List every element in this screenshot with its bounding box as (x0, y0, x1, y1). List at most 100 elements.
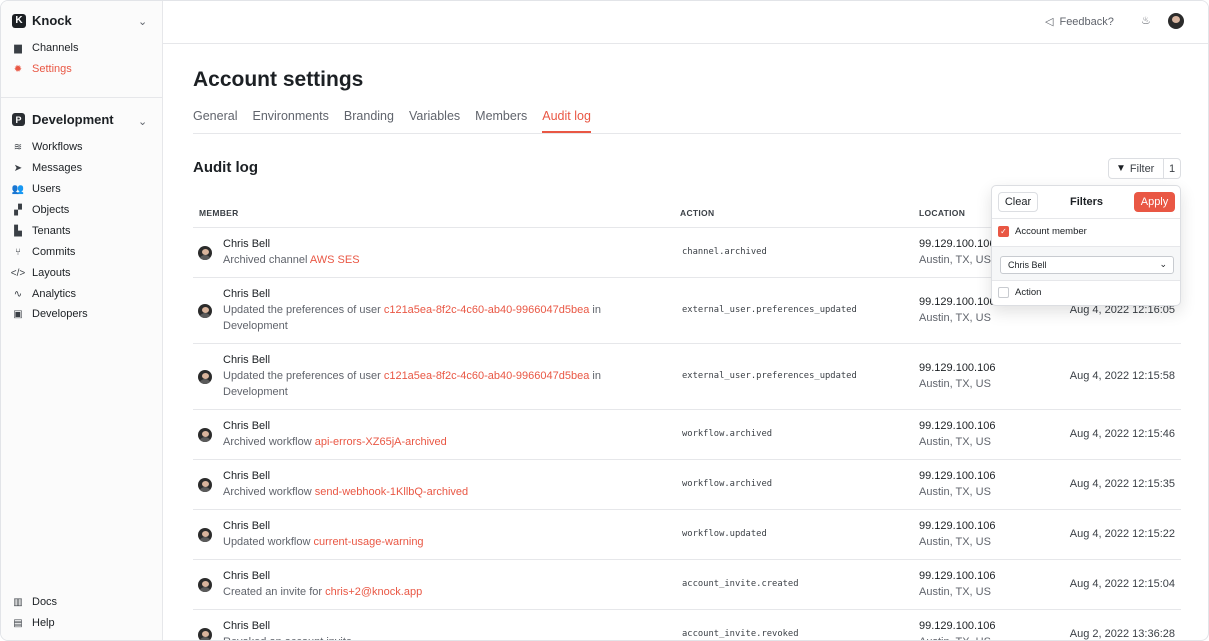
page-title: Account settings (193, 68, 364, 91)
member-name: Chris Bell (223, 354, 271, 366)
tab-general[interactable]: General (193, 109, 237, 133)
sidebar-item-label: Tenants (32, 225, 71, 237)
tab-members[interactable]: Members (475, 109, 527, 133)
sidebar-item-users[interactable]: 👥 Users (11, 181, 61, 197)
action-cell: workflow.archived (682, 429, 773, 439)
user-avatar[interactable] (1168, 13, 1184, 29)
location-cell: 99.129.100.106 Austin, TX, US (919, 418, 995, 450)
event-text: Revoked an account invite (223, 636, 352, 640)
member-select[interactable]: Chris Bell ⌄ (1000, 256, 1174, 274)
member-name: Chris Bell (223, 420, 271, 432)
filter-button[interactable]: ▼ Filter 1 (1108, 158, 1181, 179)
filter-label: Filter (1129, 162, 1155, 175)
event-link[interactable]: AWS SES (310, 254, 360, 266)
popover-title: Filters (1070, 196, 1104, 208)
timestamp-cell: Aug 4, 2022 12:15:04 (1069, 578, 1175, 590)
event-description: Created an invite for chris+2@knock.app (223, 584, 663, 600)
users-icon: 👥 (11, 183, 25, 195)
table-row[interactable]: Chris Bell Archived workflow send-webhook… (193, 460, 1181, 510)
checkbox-checked-icon[interactable]: ✓ (998, 226, 1009, 237)
sidebar-item-layouts[interactable]: </> Layouts (11, 265, 71, 281)
member-cell: Chris Bell Revoked an account invite (223, 618, 663, 640)
chevron-down-icon[interactable]: ⌄ (138, 115, 147, 128)
event-text: Archived workflow (223, 486, 315, 498)
filter-option-label: Action (1015, 287, 1042, 298)
member-name: Chris Bell (223, 288, 271, 300)
table-row[interactable]: Chris Bell Updated the preferences of use… (193, 344, 1181, 410)
event-link[interactable]: chris+2@knock.app (325, 586, 422, 598)
clear-button[interactable]: Clear (998, 192, 1038, 212)
sidebar-item-label: Analytics (32, 288, 77, 300)
bell-icon[interactable]: ♨ (1141, 14, 1151, 27)
table-row[interactable]: Chris Bell Updated workflow current-usage… (193, 510, 1181, 560)
checkbox-icon[interactable] (998, 287, 1009, 298)
top-bar: ◁ Feedback? ♨ (163, 1, 1208, 44)
filter-option-account-member[interactable]: ✓ Account member (998, 226, 1087, 237)
location-city: Austin, TX, US (919, 436, 991, 448)
tab-audit-log[interactable]: Audit log (542, 109, 591, 133)
popover-divider (992, 280, 1180, 281)
event-link[interactable]: c121a5ea-8f2c-4c60-ab40-9966047d5bea (384, 370, 590, 382)
analytics-icon: ∿ (13, 288, 23, 300)
member-avatar (198, 578, 212, 592)
location-cell: 99.129.100.106 Austin, TX, US (919, 468, 995, 500)
chat-icon: ▤ (13, 617, 23, 629)
sidebar-item-analytics[interactable]: ∿ Analytics (13, 286, 76, 302)
tab-variables[interactable]: Variables (409, 109, 460, 133)
sidebar-divider (1, 97, 162, 98)
sidebar-item-commits[interactable]: ⑂ Commits (13, 244, 75, 260)
action-cell: external_user.preferences_updated (682, 305, 857, 315)
ip-address: 99.129.100.106 (919, 362, 996, 374)
member-cell: Chris Bell Archived workflow api-errors-X… (223, 418, 663, 450)
member-name: Chris Bell (223, 470, 271, 482)
sidebar-item-label: Docs (32, 596, 58, 608)
member-cell: Chris Bell Created an invite for chris+2@… (223, 568, 663, 600)
apply-button[interactable]: Apply (1134, 192, 1175, 212)
sidebar-item-settings[interactable]: ✹ Settings (13, 61, 72, 77)
ip-address: 99.129.100.106 (919, 296, 996, 308)
sidebar-item-help[interactable]: ▤ Help (13, 615, 54, 631)
table-row[interactable]: Chris Bell Created an invite for chris+2@… (193, 560, 1181, 610)
table-row[interactable]: Chris Bell Revoked an account invite accou… (193, 610, 1181, 640)
gear-icon: ✹ (13, 63, 23, 75)
workflows-icon: ≋ (13, 141, 23, 153)
table-row[interactable]: Chris Bell Archived workflow api-errors-X… (193, 410, 1181, 460)
ip-address: 99.129.100.106 (919, 238, 996, 250)
filter-option-action[interactable]: Action (998, 287, 1041, 298)
member-name: Chris Bell (223, 238, 271, 250)
event-link[interactable]: current-usage-warning (314, 536, 424, 548)
brand-switcher[interactable]: K Knock (12, 13, 72, 28)
column-header-member: MEMBER (199, 208, 239, 218)
timestamp-cell: Aug 4, 2022 12:15:22 (1069, 528, 1175, 540)
event-text: Updated the preferences of user (223, 370, 384, 382)
funnel-icon: ▼ (1116, 163, 1126, 174)
sidebar-item-messages[interactable]: ➤ Messages (13, 160, 82, 176)
environment-switcher[interactable]: P Development (12, 112, 114, 127)
member-name: Chris Bell (223, 520, 271, 532)
tab-branding[interactable]: Branding (344, 109, 394, 133)
event-link[interactable]: c121a5ea-8f2c-4c60-ab40-9966047d5bea (384, 304, 590, 316)
event-link[interactable]: api-errors-XZ65jA-archived (315, 436, 447, 448)
location-city: Austin, TX, US (919, 536, 991, 548)
location-city: Austin, TX, US (919, 312, 991, 324)
event-link[interactable]: send-webhook-1KllbQ-archived (315, 486, 468, 498)
sidebar-item-developers[interactable]: ▣ Developers (13, 306, 88, 322)
sidebar-item-label: Layouts (32, 267, 71, 279)
location-city: Austin, TX, US (919, 254, 991, 266)
chevron-down-icon[interactable]: ⌄ (138, 15, 147, 28)
environment-icon: P (12, 113, 25, 126)
settings-tabs: General Environments Branding Variables Memb… (193, 109, 591, 133)
sidebar-item-docs[interactable]: ▥ Docs (13, 594, 57, 610)
member-avatar (198, 628, 212, 640)
sidebar-item-label: Developers (32, 308, 88, 320)
sidebar-item-channels[interactable]: ▆ Channels (13, 40, 78, 56)
member-cell: Chris Bell Updated workflow current-usage… (223, 518, 663, 550)
environment-name: Development (32, 112, 114, 127)
tab-environments[interactable]: Environments (252, 109, 328, 133)
ip-address: 99.129.100.106 (919, 520, 996, 532)
sidebar-item-objects[interactable]: ▞ Objects (13, 202, 69, 218)
sidebar-item-tenants[interactable]: ▙ Tenants (13, 223, 71, 239)
sidebar-item-workflows[interactable]: ≋ Workflows (13, 139, 83, 155)
sidebar-item-label: Users (32, 183, 61, 195)
feedback-button[interactable]: ◁ Feedback? (1045, 15, 1114, 29)
